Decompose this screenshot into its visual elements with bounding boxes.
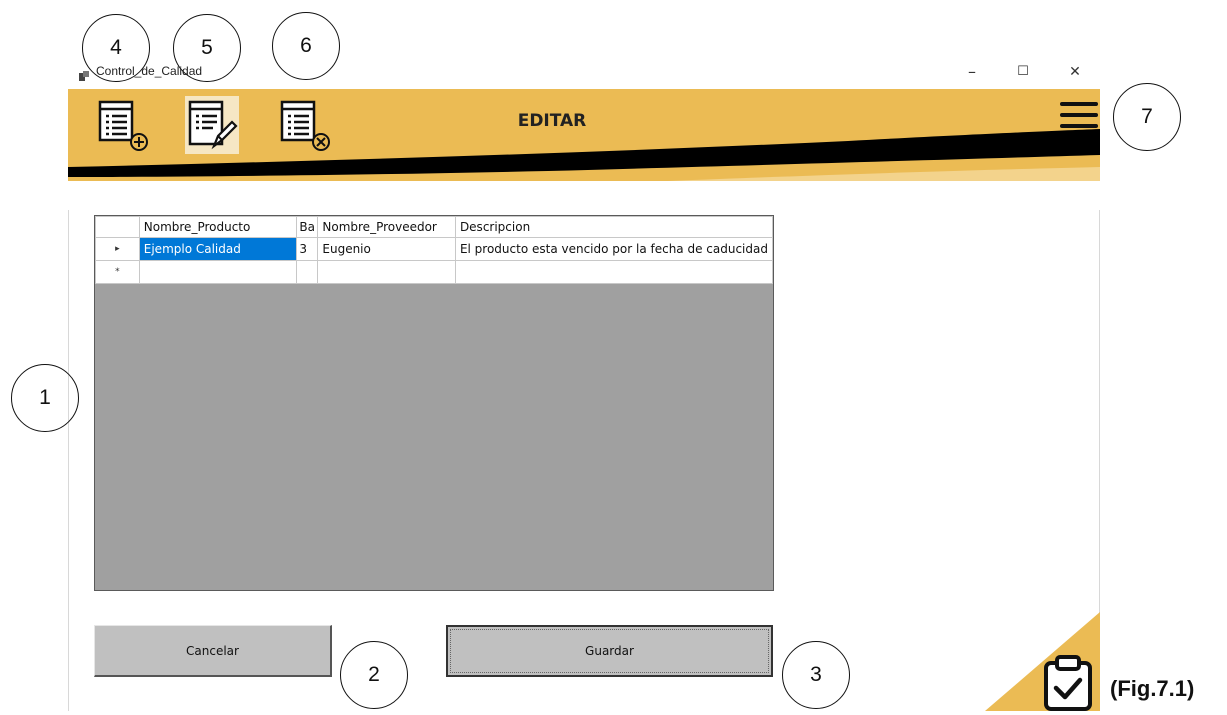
page-title: EDITAR bbox=[517, 111, 587, 131]
table-cell[interactable]: 3 bbox=[296, 237, 319, 261]
table-cell[interactable] bbox=[138, 260, 298, 284]
add-record-icon[interactable] bbox=[98, 98, 148, 151]
delete-record-icon[interactable] bbox=[280, 98, 330, 151]
column-header[interactable]: Ba bbox=[296, 216, 319, 238]
row-indicator[interactable]: ▸ bbox=[95, 237, 140, 261]
table-cell[interactable] bbox=[454, 260, 774, 284]
annotation-4: 4 bbox=[82, 14, 150, 82]
column-header[interactable]: Nombre_Producto bbox=[138, 216, 298, 238]
clipboard-check-icon bbox=[1042, 654, 1094, 711]
table-row-new[interactable]: * bbox=[95, 260, 774, 284]
content-border-left bbox=[68, 210, 69, 711]
content-border-right bbox=[1099, 210, 1100, 620]
annotation-2: 2 bbox=[340, 641, 408, 709]
table-cell[interactable]: Eugenio bbox=[317, 237, 456, 261]
save-button[interactable]: Guardar bbox=[446, 625, 773, 677]
hamburger-menu-icon[interactable] bbox=[1060, 100, 1098, 130]
annotation-6: 6 bbox=[272, 12, 340, 80]
figure-caption: (Fig.7.1) bbox=[1110, 676, 1195, 701]
row-header-corner[interactable] bbox=[95, 216, 140, 238]
table-cell[interactable]: Ejemplo Calidad bbox=[138, 237, 298, 261]
annotation-7: 7 bbox=[1113, 83, 1181, 151]
edit-record-icon[interactable] bbox=[188, 98, 238, 150]
maximize-button[interactable]: ☐ bbox=[1008, 60, 1038, 84]
annotation-3: 3 bbox=[782, 641, 850, 709]
table-cell[interactable] bbox=[317, 260, 456, 284]
table-cell[interactable]: El producto esta vencido por la fecha de… bbox=[454, 237, 774, 261]
table-cell[interactable] bbox=[296, 260, 319, 284]
data-grid[interactable]: Nombre_Producto Ba Nombre_Proveedor Desc… bbox=[94, 215, 774, 591]
grid-header-row: Nombre_Producto Ba Nombre_Proveedor Desc… bbox=[95, 216, 774, 238]
close-button[interactable]: ✕ bbox=[1060, 60, 1090, 84]
cancel-button[interactable]: Cancelar bbox=[94, 625, 332, 677]
column-header[interactable]: Nombre_Proveedor bbox=[317, 216, 456, 238]
minimize-button[interactable]: – bbox=[957, 60, 987, 84]
annotation-5: 5 bbox=[173, 14, 241, 82]
annotation-1: 1 bbox=[11, 364, 79, 432]
table-row[interactable]: ▸ Ejemplo Calidad 3 Eugenio El producto … bbox=[95, 237, 774, 261]
column-header[interactable]: Descripcion bbox=[454, 216, 774, 238]
row-indicator[interactable]: * bbox=[95, 260, 140, 284]
